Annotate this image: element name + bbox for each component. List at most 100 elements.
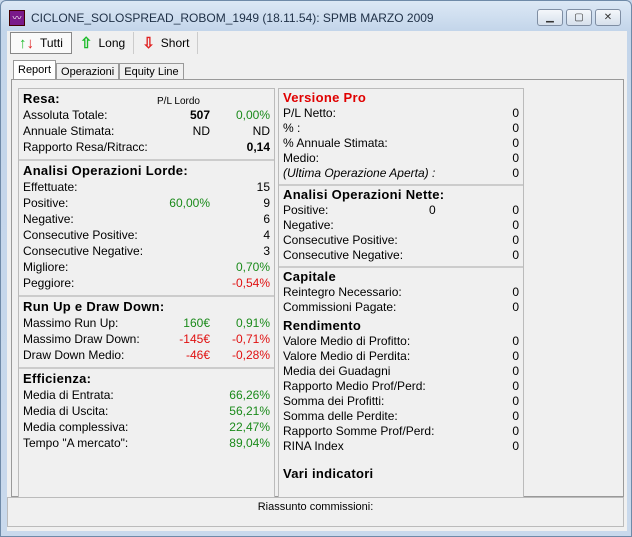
stat-label: Media complessiva: [23, 420, 129, 434]
section-rendimento: Rendimento Valore Medio di Profitto: 0 Valo… [279, 317, 523, 456]
stat-row: Consecutive Negative: 0 [283, 248, 519, 263]
stat-row: Massimo Run Up: 160€ 0,91% [23, 315, 270, 331]
stat-label: Migliore: [23, 260, 69, 274]
short-label: Short [160, 36, 190, 50]
tutti-label: Tutti [40, 36, 63, 50]
stat-mid-value [140, 259, 210, 275]
stat-label: Positive: [23, 196, 69, 210]
stat-value: 22,47% [229, 420, 270, 434]
stat-row: Valore Medio di Perdita: 0 [283, 349, 519, 364]
stat-mid-value: 160€ [183, 316, 210, 330]
section-analisi-lorde: Analisi Operazioni Lorde: Effettuate: 15 Po… [19, 161, 274, 297]
maximize-button[interactable]: ▢ [566, 9, 592, 26]
stat-value: 0 [512, 424, 519, 438]
stat-value: 0 [512, 379, 519, 393]
stat-label: Media di Uscita: [23, 404, 109, 418]
stat-row: Media di Entrata: 66,26% [23, 387, 270, 403]
stat-label: Assoluta Totale: [23, 108, 108, 122]
app-window: 〰 CICLONE_SOLOSPREAD_ROBOM_1949 (18.11.5… [0, 0, 632, 537]
column-header: P/L Lordo [157, 96, 200, 107]
stat-mid-value: 507 [189, 108, 210, 122]
tab-report[interactable]: Report [13, 60, 57, 80]
stat-row: % : 0 [283, 121, 519, 136]
stat-value: 0 [512, 364, 519, 378]
stat-mid-value [140, 211, 210, 227]
stat-label: Peggiore: [23, 276, 75, 290]
section-title: Rendimento [283, 318, 362, 333]
stat-label: Somma delle Perdite: [283, 409, 398, 423]
short-button[interactable]: ⇩ Short [134, 32, 199, 54]
stat-label: Negative: [283, 218, 334, 232]
tab-equity-line[interactable]: Equity Line [119, 63, 184, 80]
stat-label: % : [283, 121, 301, 135]
stat-label: (Ultima Operazione Aperta) : [283, 166, 436, 180]
stat-row: Rapporto Resa/Ritracc: 0,14 [23, 139, 270, 155]
stat-row: Negative: 6 [23, 211, 270, 227]
section-vari: Vari indicatori [279, 456, 523, 484]
stat-row: Effettuate: 15 [23, 179, 270, 195]
stat-row: Draw Down Medio: -46€ -0,28% [23, 347, 270, 363]
stat-label: Consecutive Negative: [23, 244, 144, 258]
stat-value: 0 [512, 248, 519, 262]
minimize-button[interactable]: ▁ [537, 9, 563, 26]
title-bar: 〰 CICLONE_SOLOSPREAD_ROBOM_1949 (18.11.5… [9, 9, 434, 27]
stat-mid-value [143, 243, 211, 259]
stat-value: ND [252, 124, 270, 138]
long-label: Long [98, 36, 126, 50]
stat-label: Valore Medio di Perdita: [283, 349, 411, 363]
stat-label: Reintegro Necessario: [283, 285, 402, 299]
section-title: Analisi Operazioni Lorde: [23, 163, 188, 178]
tab-operazioni[interactable]: Operazioni [56, 63, 120, 80]
stat-label: Rapporto Resa/Ritracc: [23, 140, 148, 154]
section-resa: Resa: P/L Lordo Assoluta Totale: 507 0,00% A… [19, 89, 274, 161]
stat-value: 0 [512, 334, 519, 348]
stat-value: -0,54% [231, 276, 270, 290]
stat-row: Rapporto Medio Prof/Perd: 0 [283, 379, 519, 394]
section-versione-pro: Versione Pro P/L Netto: 0% :0% Annuale Sti… [279, 89, 523, 186]
stat-label: Media dei Guadagni [283, 364, 391, 378]
section-capitale: Capitale Reintegro Necessario: 0 Commission… [279, 268, 523, 317]
stat-value: 0,14 [246, 140, 270, 154]
stat-mid-value: ND [192, 124, 210, 138]
section-efficienza: Efficienza: Media di Entrata: 66,26% Media … [19, 369, 274, 455]
stat-mid-value [140, 403, 210, 419]
toolbar: ↑↓ Tutti ⇧ Long ⇩ Short [7, 31, 199, 55]
stat-row: Consecutive Negative: 3 [23, 243, 270, 259]
stat-value: 89,04% [229, 436, 270, 450]
stat-value: 0,91% [235, 316, 270, 330]
up-down-arrow-icon: ↑↓ [19, 34, 34, 52]
long-button[interactable]: ⇧ Long [72, 32, 135, 54]
stat-label: Massimo Draw Down: [23, 332, 140, 346]
close-button[interactable]: ✕ [595, 9, 621, 26]
down-arrow-icon: ⇩ [142, 35, 155, 52]
stat-value: 0,00% [235, 108, 270, 122]
stat-mid-value: 60,00% [169, 196, 210, 210]
stat-value: 9 [263, 196, 270, 210]
section-title: Resa: [23, 91, 60, 106]
stat-label: Effettuate: [23, 180, 78, 194]
stat-row: RINA Index 0 [283, 439, 519, 454]
stat-row: Media complessiva: 22,47% [23, 419, 270, 435]
section-analisi-nette: Analisi Operazioni Nette: Positive: 0 0 Nega… [279, 186, 523, 268]
stat-label: Positive: [283, 203, 329, 217]
stat-value: 66,26% [229, 388, 270, 402]
stat-row: Somma delle Perdite: 0 [283, 409, 519, 424]
stat-row: (Ultima Operazione Aperta) : 0 [283, 166, 519, 181]
stat-label: Media di Entrata: [23, 388, 114, 402]
stat-mid-value [140, 387, 210, 403]
stat-value: 3 [263, 244, 270, 258]
stat-row: Tempo "A mercato": 89,04% [23, 435, 270, 451]
stat-value: -0,28% [231, 348, 270, 362]
stat-label: Tempo "A mercato": [23, 436, 129, 450]
stat-label: P/L Netto: [283, 106, 336, 120]
stat-value: 0,70% [235, 260, 270, 274]
stat-label: Rapporto Somme Prof/Perd: [283, 424, 435, 438]
window-title: CICLONE_SOLOSPREAD_ROBOM_1949 (18.11.54)… [31, 11, 434, 25]
left-column: Resa: P/L Lordo Assoluta Totale: 507 0,00% A… [18, 88, 275, 498]
tutti-button[interactable]: ↑↓ Tutti [10, 32, 72, 54]
stat-value: 0 [512, 106, 519, 120]
status-text: Riassunto commissioni: [257, 501, 374, 513]
stat-value: 0 [512, 166, 519, 180]
stat-mid-value [140, 435, 210, 451]
section-title: Efficienza: [23, 371, 92, 386]
